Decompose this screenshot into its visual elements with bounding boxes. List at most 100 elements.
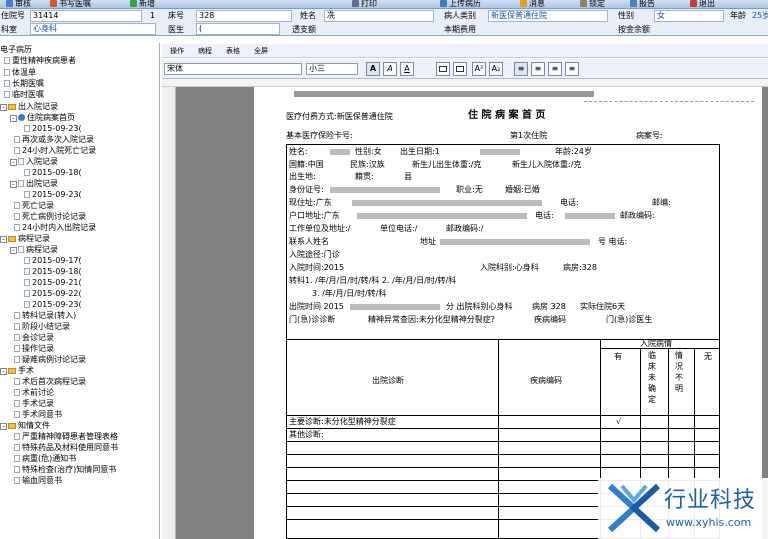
work-postcode: 邮政编码:/ (446, 224, 484, 233)
align-center-icon[interactable]: ≡ (531, 62, 545, 76)
superscript-button[interactable]: A² (472, 62, 486, 76)
table-line (286, 415, 720, 416)
toolbar-exit[interactable]: 退出 (690, 0, 715, 9)
tree-root[interactable]: 电子病历 (0, 44, 32, 55)
tree-item[interactable]: 特殊检查(治疗)知情同意书 (14, 464, 116, 475)
toolbar-print[interactable]: 打印 (352, 0, 377, 9)
tree-item[interactable]: 24小时入院死亡记录 (14, 145, 96, 156)
bed-field[interactable]: 328 (196, 10, 292, 22)
tree-item[interactable]: 特殊药品及材料使用同意书 (14, 442, 118, 453)
native-place: 籍贯: (355, 172, 374, 181)
discharge-diagnosis-header: 出院诊断 (372, 376, 404, 385)
toolbar-order[interactable]: 书写医嘱 (50, 0, 91, 9)
tree-item[interactable]: - 入院记录 (10, 156, 58, 167)
redacted (565, 213, 615, 219)
file-icon (24, 169, 30, 176)
dept-field[interactable]: 心身科 (30, 23, 156, 35)
tree-item[interactable]: 术前讨论 (14, 387, 54, 398)
collapse-icon[interactable]: - (0, 423, 7, 430)
menu-table[interactable]: 表格 (226, 46, 240, 56)
collapse-icon[interactable]: - (10, 181, 17, 188)
tree-item[interactable]: 2015-09-18( (24, 167, 82, 178)
bold-button[interactable]: A (366, 62, 380, 76)
tree-item[interactable]: 手术记录 (14, 398, 54, 409)
align-justify-icon[interactable]: ≡ (565, 62, 579, 76)
tree-item[interactable]: 输血同意书 (14, 475, 62, 486)
tree-item[interactable]: 会诊记录 (14, 332, 54, 343)
tree-item[interactable]: 术后首次病程记录 (14, 376, 86, 387)
tree-item[interactable]: 体温单 (4, 67, 36, 78)
collapse-icon[interactable]: - (0, 368, 7, 375)
tree-folder[interactable]: - 病程记录 (0, 233, 50, 244)
tree-item[interactable]: - 出院记录 (10, 178, 58, 189)
county: 县 (404, 172, 412, 181)
font-select[interactable]: 宋体 (164, 63, 302, 75)
subscript-button[interactable]: A₂ (489, 62, 503, 76)
toolbar-message[interactable]: 消息 (520, 0, 545, 9)
tree-folder[interactable]: - 知情文件 (0, 420, 50, 431)
doc-title: 住 院 病 案 首 页 (468, 110, 546, 121)
tree-item[interactable]: 操作记录 (14, 343, 54, 354)
file-icon (14, 356, 20, 363)
name-field[interactable]: 冼 (324, 10, 434, 22)
tree-item[interactable]: 2015-09-18( (24, 266, 82, 277)
tree-item[interactable]: 24小时内入出院记录 (14, 222, 96, 233)
collapse-icon[interactable]: - (0, 104, 7, 111)
sex-field[interactable]: 女 (654, 10, 724, 22)
patient-type-field[interactable]: 新医保普通住院 (488, 10, 608, 22)
tree-item[interactable]: 严重精神障碍患者管理表格 (14, 431, 118, 442)
toolbar-audit[interactable]: 审核 (6, 0, 31, 9)
tree-folder[interactable]: - 手术 (0, 365, 34, 376)
tree-item[interactable]: 2015-09-23( (24, 299, 82, 310)
align-right-icon[interactable]: ≡ (548, 62, 562, 76)
toolbar-lock[interactable]: 锁定 (580, 0, 605, 9)
contact-address: 地址 (420, 237, 436, 246)
tree-item[interactable]: 2015-09-17( (24, 255, 82, 266)
tree-folder[interactable]: - 出入院记录 (0, 101, 58, 112)
menu-operate[interactable]: 操作 (170, 46, 184, 56)
collapse-icon[interactable]: - (10, 115, 17, 122)
tree-item[interactable]: 长期医嘱 (4, 78, 44, 89)
tree-item[interactable]: - 住院病案首页 (10, 112, 75, 123)
tree-item[interactable]: 病重(危)通知书 (14, 453, 76, 464)
tree-item[interactable]: 2015-09-23( (24, 189, 82, 200)
outpatient-disease-code: 疾病编码 (534, 315, 566, 324)
grid-button[interactable] (453, 62, 467, 76)
toolbar-new[interactable]: 新增 (130, 0, 155, 9)
redacted (352, 200, 542, 206)
doctor-field[interactable]: ( (196, 23, 280, 35)
collapse-icon[interactable]: - (10, 159, 17, 166)
size-select[interactable]: 小三 (306, 63, 358, 75)
tree-item[interactable]: 转科记录(转入) (14, 310, 76, 321)
tree-item[interactable]: 手术同意书 (14, 409, 62, 420)
menu-progress[interactable]: 病程 (198, 46, 212, 56)
inpatient-no-field[interactable]: 31414 (30, 10, 142, 22)
file-icon (14, 213, 20, 220)
tree-item[interactable]: - 病程记录 (10, 244, 58, 255)
tree-item[interactable]: 死亡病例讨论记录 (14, 211, 86, 222)
file-icon (14, 466, 20, 473)
tree-item[interactable]: 2015-09-21( (24, 277, 82, 288)
toolbar-report[interactable]: 报告 (630, 0, 655, 9)
tree-item[interactable]: 临时医嘱 (4, 89, 44, 100)
tree-item[interactable]: 死亡记录 (14, 200, 54, 211)
file-icon (18, 246, 24, 253)
align-left-icon[interactable]: ≡ (514, 62, 528, 76)
toolbar-upload[interactable]: 上传病历 (440, 0, 481, 9)
tree-item[interactable]: 重性精神疾病患者 (4, 55, 76, 66)
patient-age: 年龄:24岁 (555, 147, 592, 156)
collapse-icon[interactable]: - (10, 247, 17, 254)
tree-item[interactable]: 疑难病例讨论记录 (14, 354, 86, 365)
collapse-icon[interactable]: - (0, 236, 7, 243)
file-icon (14, 147, 20, 154)
tree-item[interactable]: 再次或多次入院记录 (14, 134, 94, 145)
menu-fullscreen[interactable]: 全屏 (254, 46, 268, 56)
italic-button[interactable]: A (383, 62, 397, 76)
tree-item[interactable]: 2015-09-22( (24, 288, 82, 299)
underline-button[interactable]: A (400, 62, 414, 76)
tree-item[interactable]: 2015-09-23( (24, 123, 82, 134)
marital-status: 婚姻:已婚 (505, 185, 540, 194)
tree-item[interactable]: 阶段小结记录 (14, 321, 70, 332)
color-button[interactable] (436, 62, 450, 76)
admission-dept: 入院科别:心身科 (480, 263, 539, 272)
